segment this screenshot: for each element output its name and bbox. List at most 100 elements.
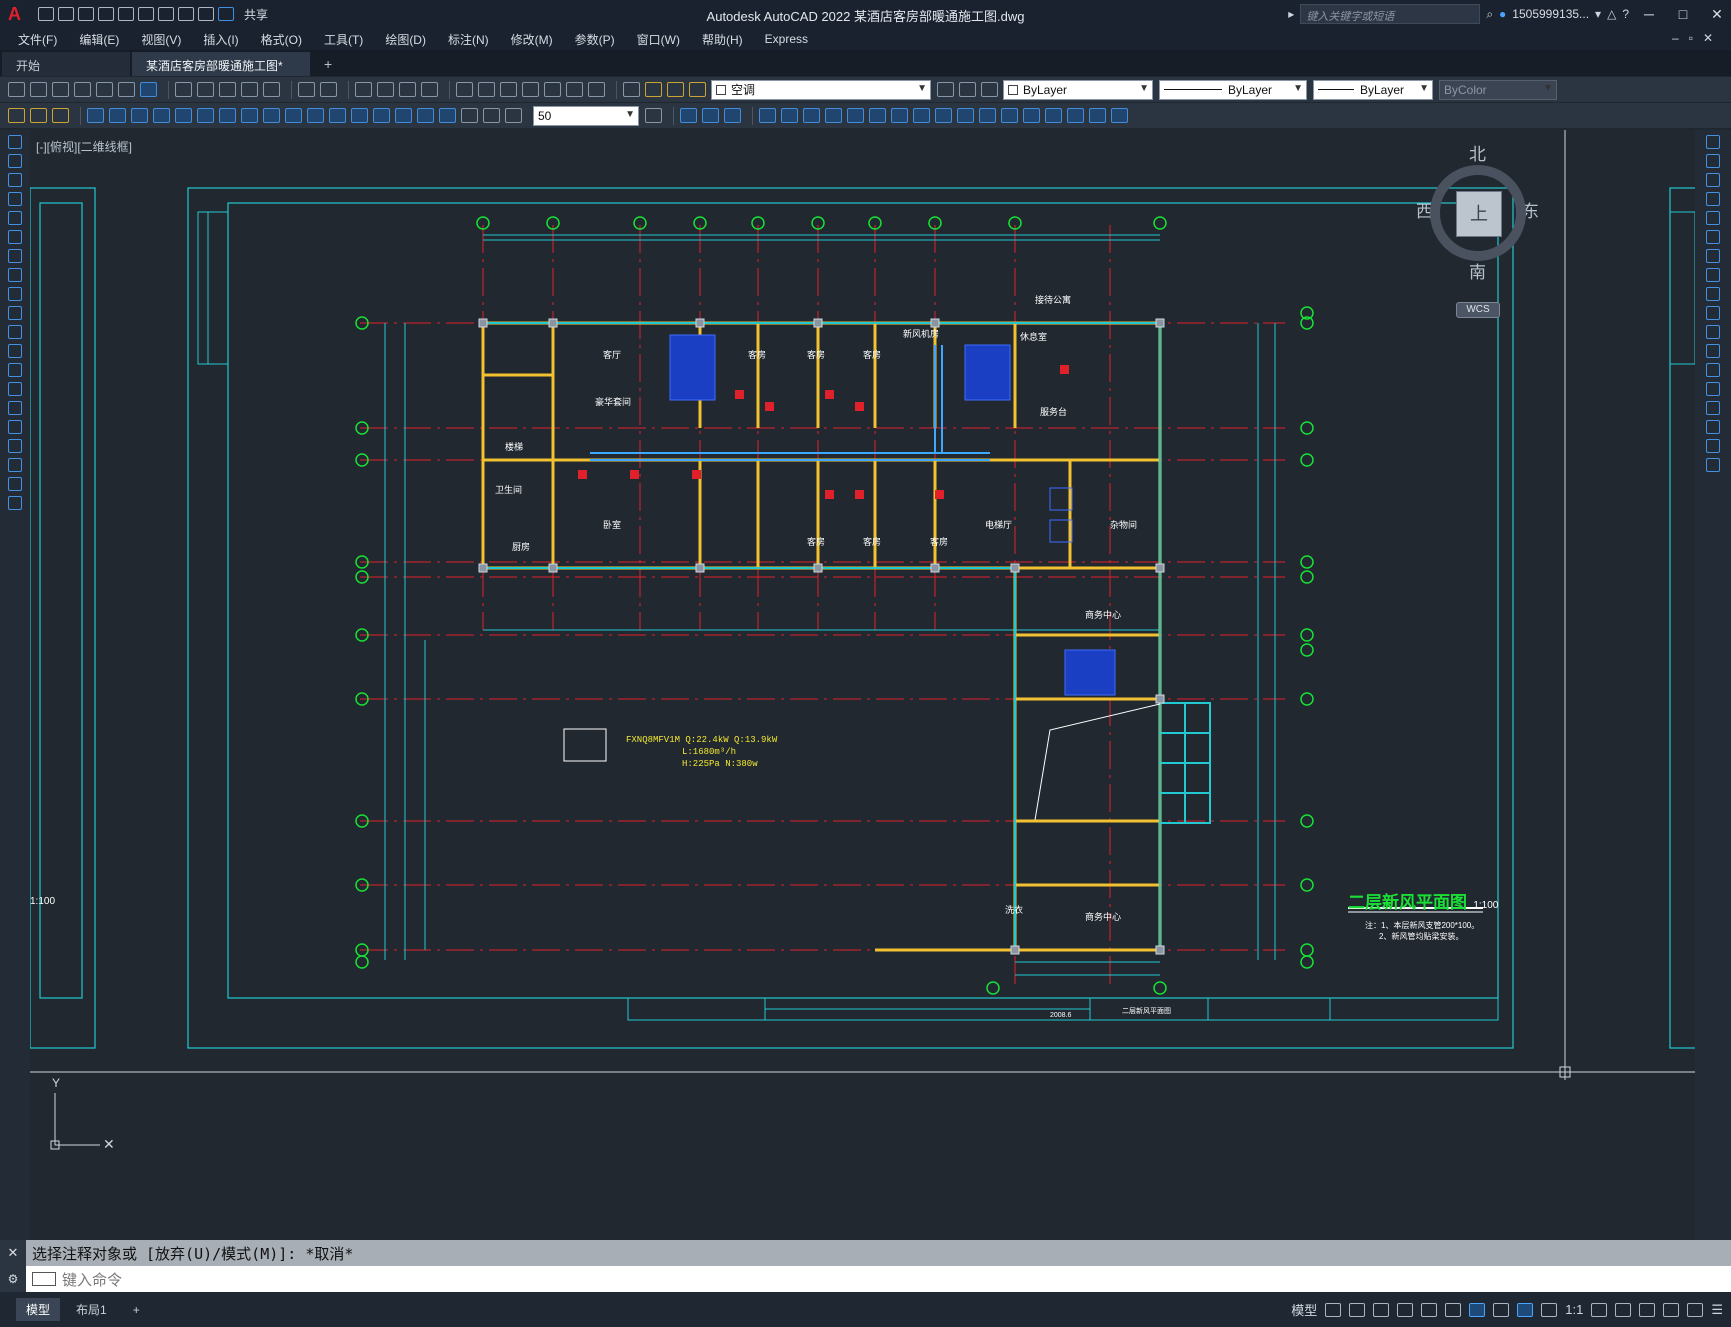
modify-array-icon[interactable] <box>847 108 864 123</box>
publish-icon[interactable] <box>118 82 135 97</box>
menu-express[interactable]: Express <box>765 32 808 46</box>
polygon-icon[interactable] <box>8 192 22 206</box>
tool-palettes-icon[interactable] <box>500 82 517 97</box>
ellipse-arc-icon[interactable] <box>8 325 22 339</box>
ellipse-icon[interactable] <box>8 306 22 320</box>
plot-file-icon[interactable] <box>74 82 91 97</box>
markup-icon[interactable] <box>544 82 561 97</box>
viewport-controls[interactable]: [-][俯视][二维线框] <box>36 138 132 155</box>
quick-dim-icon[interactable] <box>263 108 280 123</box>
save-web-icon[interactable] <box>138 7 154 21</box>
object-snap-tracking-icon[interactable] <box>1445 1302 1462 1317</box>
compass-north[interactable]: 北 <box>1469 140 1486 165</box>
properties-icon[interactable] <box>456 82 473 97</box>
lineweight-icon[interactable] <box>1493 1302 1510 1317</box>
user-name[interactable]: 1505999135... <box>1512 7 1589 21</box>
ordinate-dim-icon[interactable] <box>153 108 170 123</box>
polar-icon[interactable] <box>1397 1302 1414 1317</box>
jogged-dim-icon[interactable] <box>197 108 214 123</box>
modify-trim-icon[interactable] <box>957 108 974 123</box>
help-icon[interactable]: ? <box>1622 7 1629 21</box>
object-snap-icon[interactable] <box>1469 1302 1486 1317</box>
new-tab-button[interactable]: + <box>310 52 346 76</box>
maximize-button[interactable]: □ <box>1669 6 1697 22</box>
wcs-menu[interactable]: WCS <box>1456 302 1500 318</box>
copy-icon[interactable] <box>197 82 214 97</box>
quick-properties-icon[interactable] <box>1663 1302 1680 1317</box>
radius-dim-icon[interactable] <box>175 108 192 123</box>
paste-icon[interactable] <box>219 82 236 97</box>
layer-previous-icon[interactable] <box>959 82 976 97</box>
menu-parametric[interactable]: 参数(P) <box>575 31 615 48</box>
menu-draw[interactable]: 绘图(D) <box>385 31 426 48</box>
angular-dim-icon[interactable] <box>241 108 258 123</box>
minimize-button[interactable]: ─ <box>1635 6 1663 22</box>
menu-tools[interactable]: 工具(T) <box>324 31 363 48</box>
close-button[interactable]: ✕ <box>1703 6 1731 23</box>
dim-space-icon[interactable] <box>329 108 346 123</box>
search-input[interactable]: 键入关键字或短语 <box>1300 4 1481 24</box>
polyline-icon[interactable] <box>8 173 22 187</box>
add-layout-button[interactable]: + <box>123 1300 150 1320</box>
menu-edit[interactable]: 编辑(E) <box>79 31 119 48</box>
mtext-icon[interactable] <box>8 477 22 491</box>
grid-icon[interactable] <box>1325 1302 1342 1317</box>
move-icon[interactable] <box>1706 230 1720 244</box>
menu-view[interactable]: 视图(V) <box>141 31 181 48</box>
copy-object-icon[interactable] <box>1706 154 1720 168</box>
modify-extra-icon[interactable] <box>1111 108 1128 123</box>
cart-icon[interactable]: ▾ <box>1595 7 1601 21</box>
layer-tool2-icon[interactable] <box>30 108 47 123</box>
sheet-set-icon[interactable] <box>522 82 539 97</box>
explode-icon[interactable] <box>1706 458 1720 472</box>
3d-print-icon[interactable] <box>140 82 157 97</box>
inspection-icon[interactable] <box>417 108 434 123</box>
tab-start[interactable]: 开始 <box>2 52 130 76</box>
modify-erase-icon[interactable] <box>759 108 776 123</box>
baseline-dim-icon[interactable] <box>285 108 302 123</box>
zoom-previous-icon[interactable] <box>421 82 438 97</box>
add-selected-icon[interactable] <box>8 496 22 510</box>
annotation-monitor-icon[interactable] <box>1615 1302 1632 1317</box>
mirror-icon[interactable] <box>1706 173 1720 187</box>
rotate-icon[interactable] <box>1706 249 1720 263</box>
save-as-icon[interactable] <box>98 7 114 21</box>
modify-offset-icon[interactable] <box>825 108 842 123</box>
region-icon[interactable] <box>8 439 22 453</box>
make-block-icon[interactable] <box>8 363 22 377</box>
user-icon[interactable]: ● <box>1499 7 1506 21</box>
model-space-button[interactable]: 模型 <box>1291 1300 1317 1319</box>
draw-order-above-icon[interactable] <box>724 108 741 123</box>
doc-window-controls[interactable]: –▫✕ <box>1672 31 1723 45</box>
clean-screen-icon[interactable] <box>1687 1302 1704 1317</box>
layer-on-icon[interactable] <box>645 82 662 97</box>
dim-text-edit-icon[interactable] <box>483 108 500 123</box>
rectangle-icon[interactable] <box>8 211 22 225</box>
design-center-icon[interactable] <box>478 82 495 97</box>
line-icon[interactable] <box>8 135 22 149</box>
open-web-icon[interactable] <box>118 7 134 21</box>
offset-icon[interactable] <box>1706 192 1720 206</box>
tolerance-icon[interactable] <box>373 108 390 123</box>
layer-select[interactable]: 空调 ▼ <box>711 79 931 100</box>
match-properties-icon[interactable] <box>241 82 258 97</box>
qnew-icon[interactable] <box>8 82 25 97</box>
layer-state-icon[interactable] <box>981 82 998 97</box>
table-icon[interactable] <box>8 458 22 472</box>
modify-join-icon[interactable] <box>1023 108 1040 123</box>
tab-layout1[interactable]: 布局1 <box>66 1298 117 1321</box>
continue-dim-icon[interactable] <box>307 108 324 123</box>
save-icon[interactable] <box>78 7 94 21</box>
modify-stretch-icon[interactable] <box>935 108 952 123</box>
menu-dimension[interactable]: 标注(N) <box>448 31 489 48</box>
modify-extend-icon[interactable] <box>979 108 996 123</box>
share-icon[interactable] <box>218 7 234 21</box>
aligned-dim-icon[interactable] <box>109 108 126 123</box>
search-icon[interactable]: ⌕ <box>1486 7 1493 22</box>
tab-active-document[interactable]: 某酒店客房部暖通施工图* × <box>132 52 310 88</box>
scale-icon[interactable] <box>1706 268 1720 282</box>
calculator-icon[interactable] <box>566 82 583 97</box>
modify-fillet-icon[interactable] <box>1067 108 1084 123</box>
layer-freeze-icon[interactable] <box>667 82 684 97</box>
redo-tb-icon[interactable] <box>320 82 337 97</box>
